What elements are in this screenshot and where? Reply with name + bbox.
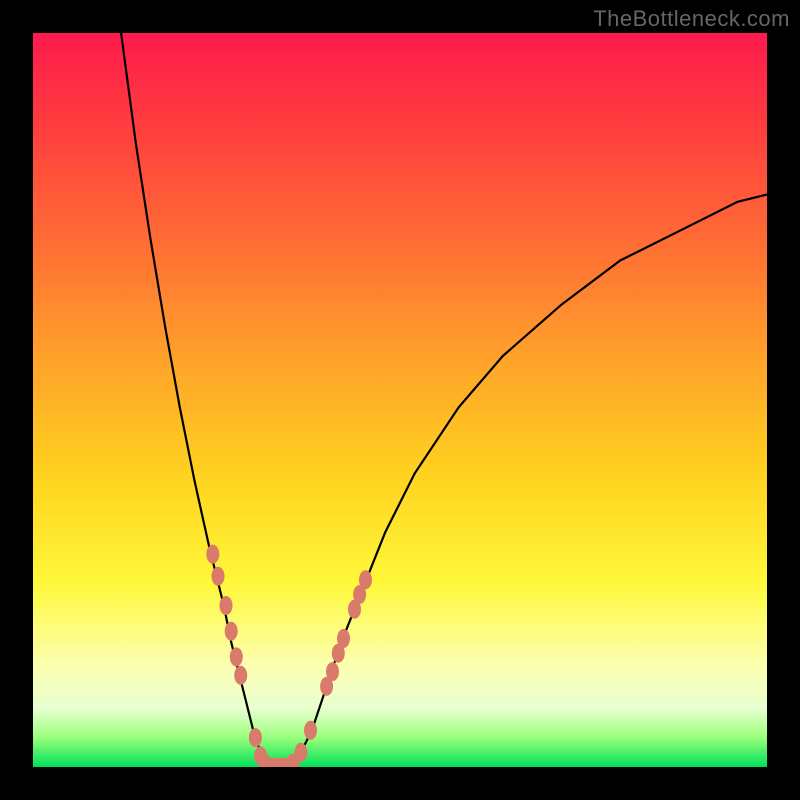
data-marker <box>220 596 233 615</box>
data-marker <box>359 570 372 589</box>
data-marker <box>304 721 317 740</box>
data-marker <box>230 647 243 666</box>
bottleneck-curve <box>121 33 767 767</box>
chart-frame: TheBottleneck.com <box>0 0 800 800</box>
data-marker <box>337 629 350 648</box>
data-marker <box>249 728 262 747</box>
data-marker <box>294 743 307 762</box>
data-marker <box>212 567 225 586</box>
plot-area <box>33 33 767 767</box>
data-marker <box>225 622 238 641</box>
data-marker <box>326 662 339 681</box>
watermark-text: TheBottleneck.com <box>593 6 790 32</box>
curve-svg <box>33 33 767 767</box>
data-marker <box>206 545 219 564</box>
marker-group <box>206 545 372 767</box>
data-marker <box>234 666 247 685</box>
